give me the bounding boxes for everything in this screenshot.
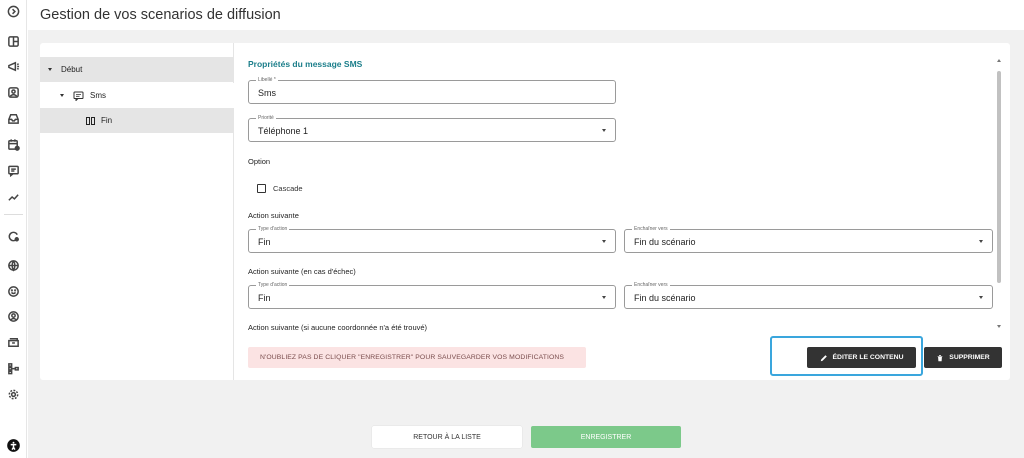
field-label: Enchaîner vers — [632, 226, 670, 233]
field-value: Sms — [258, 88, 276, 98]
tree-item-label: Fin — [101, 116, 113, 125]
accessibility-icon[interactable] — [6, 438, 20, 452]
rail-divider — [4, 214, 23, 215]
inbox-icon[interactable] — [6, 111, 20, 125]
field-label: Priorité — [256, 115, 276, 122]
gear-icon[interactable] — [6, 387, 20, 401]
delete-label: SUPPRIMER — [949, 354, 990, 361]
dropdown-arrow-icon — [602, 296, 606, 299]
back-to-list-button[interactable]: RETOUR À LA LISTE — [372, 426, 522, 448]
user-circle-icon[interactable] — [6, 309, 20, 323]
field-value: Fin — [258, 237, 271, 247]
smiley-icon[interactable] — [6, 284, 20, 298]
tree-item-label: Début — [61, 65, 83, 74]
dropdown-arrow-icon — [602, 129, 606, 132]
properties-panel: Propriétés du message SMS Libellé * Sms … — [235, 43, 1010, 380]
refresh-settings-icon[interactable] — [6, 229, 20, 243]
image-icon[interactable] — [6, 85, 20, 99]
priorite-select[interactable]: Priorité Téléphone 1 — [248, 115, 616, 142]
dropdown-arrow-icon — [979, 240, 983, 243]
page-header: Gestion de vos scenarios de diffusion — [28, 0, 1024, 30]
tree-item-fin[interactable]: Fin — [40, 108, 234, 133]
scroll-down-icon[interactable] — [997, 325, 1001, 328]
save-button[interactable]: ENREGISTRER — [531, 426, 681, 448]
action-suivante-heading: Action suivante — [248, 211, 299, 220]
field-label: Type d'action — [256, 282, 290, 289]
dropdown-arrow-icon — [602, 240, 606, 243]
scenario-editor-card: Début Sms Fin Propriétés du message SMS … — [40, 43, 1010, 380]
field-value: Fin du scénario — [634, 293, 696, 303]
field-value: Fin du scénario — [634, 237, 696, 247]
type-action-select[interactable]: Type d'action Fin — [248, 226, 616, 253]
scrollbar-thumb[interactable] — [997, 71, 1001, 283]
sitemap-icon[interactable] — [6, 361, 20, 375]
tree-item-debut[interactable]: Début — [40, 57, 234, 82]
focus-highlight — [770, 336, 923, 376]
chat-icon[interactable] — [6, 163, 20, 177]
dropdown-arrow-icon — [979, 296, 983, 299]
tree-item-label: Sms — [90, 91, 106, 100]
archive-icon[interactable] — [6, 335, 20, 349]
megaphone-icon[interactable] — [6, 59, 20, 73]
sidebar-rail — [0, 0, 27, 458]
delete-button[interactable]: SUPPRIMER — [924, 347, 1002, 368]
enchainer-vers-select[interactable]: Enchaîner vers Fin du scénario — [624, 226, 993, 253]
chart-line-icon[interactable] — [6, 190, 20, 204]
field-label: Libellé * — [256, 77, 278, 84]
scenario-tree: Début Sms Fin — [40, 43, 234, 380]
main-content: Début Sms Fin Propriétés du message SMS … — [28, 30, 1024, 458]
page-title: Gestion de vos scenarios de diffusion — [40, 7, 281, 23]
type-action-echec-select[interactable]: Type d'action Fin — [248, 282, 616, 309]
globe-icon[interactable] — [6, 258, 20, 272]
caret-down-icon[interactable] — [48, 68, 52, 71]
enchainer-vers-echec-select[interactable]: Enchaîner vers Fin du scénario — [624, 282, 993, 309]
action-echec-heading: Action suivante (en cas d'échec) — [248, 267, 356, 276]
action-aucune-heading: Action suivante (si aucune coordonnée n'… — [248, 323, 428, 332]
save-reminder-banner: N'OUBLIEZ PAS DE CLIQUER "ENREGISTRER" P… — [248, 347, 586, 368]
message-icon — [73, 91, 84, 101]
chevron-right-circle-icon[interactable] — [6, 4, 20, 18]
libelle-field[interactable]: Libellé * Sms — [248, 77, 616, 104]
trash-icon — [937, 354, 943, 361]
scroll-up-icon[interactable] — [997, 59, 1001, 62]
option-label: Option — [248, 157, 271, 166]
cascade-checkbox[interactable] — [257, 184, 266, 193]
field-value: Fin — [258, 293, 271, 303]
field-label: Type d'action — [256, 226, 290, 233]
caret-down-icon[interactable] — [60, 94, 64, 97]
scrollbar[interactable] — [996, 59, 1002, 340]
field-label: Enchaîner vers — [632, 282, 670, 289]
calendar-settings-icon[interactable] — [6, 137, 20, 151]
properties-title: Propriétés du message SMS — [248, 59, 363, 69]
cascade-label: Cascade — [273, 184, 303, 193]
layout-icon[interactable] — [6, 34, 20, 48]
field-value: Téléphone 1 — [258, 126, 309, 136]
tree-item-sms[interactable]: Sms — [40, 83, 234, 108]
end-icon — [86, 116, 95, 125]
